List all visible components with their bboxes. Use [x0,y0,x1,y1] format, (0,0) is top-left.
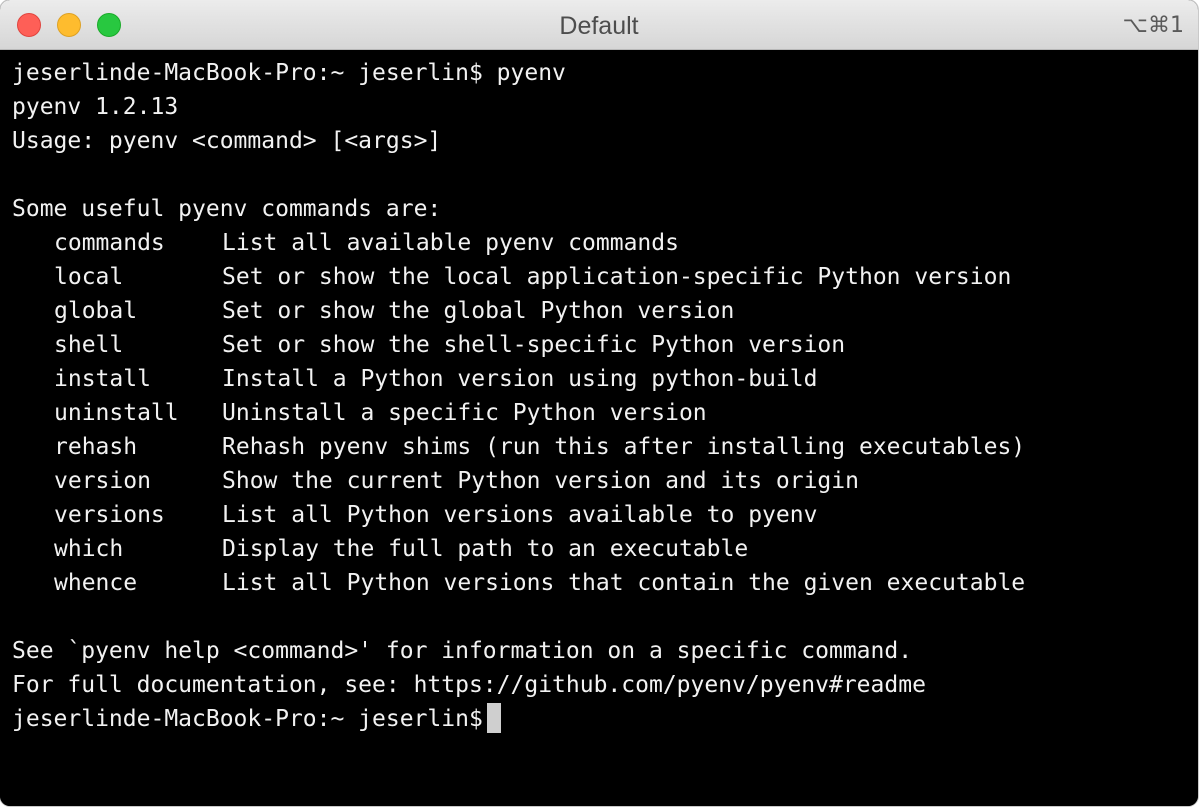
command-name: rehash [54,434,138,460]
command-description: List all available pyenv commands [222,230,679,256]
command-name: version [54,468,151,494]
command-name: whence [54,570,138,596]
shell-prompt: jeserlinde-MacBook-Pro:~ jeserlin$ [12,706,483,732]
commands-header: Some useful pyenv commands are: [12,196,442,222]
command-name: uninstall [54,400,179,426]
command-description: List all Python versions available to py… [222,502,818,528]
command-name: install [54,366,151,392]
command-row: install Install a Python version using py… [12,362,1198,396]
entered-command: pyenv [496,60,566,86]
text-cursor [486,703,501,733]
command-description: Rehash pyenv shims (run this after insta… [222,434,1026,460]
shell-prompt: jeserlinde-MacBook-Pro:~ jeserlin$ [12,60,483,86]
command-name: which [54,536,124,562]
command-name: local [54,264,124,290]
command-name: shell [54,332,124,358]
prompt-line[interactable]: jeserlinde-MacBook-Pro:~ jeserlin$ [12,702,1198,736]
command-name: commands [54,230,165,256]
command-description: Set or show the shell-specific Python ve… [222,332,846,358]
terminal-output[interactable]: jeserlinde-MacBook-Pro:~ jeserlin$ pyenv… [0,50,1198,806]
command-description: List all Python versions that contain th… [222,570,1026,596]
help-line: See `pyenv help <command>' for informati… [12,638,913,664]
window-shortcut: ⌥⌘1 [1122,13,1184,38]
command-row: global Set or show the global Python vers… [12,294,1198,328]
command-name: global [54,298,138,324]
command-row: rehash Rehash pyenv shims (run this after… [12,430,1198,464]
usage-line: Usage: pyenv <command> [<args>] [12,128,442,154]
command-row: whence List all Python versions that cont… [12,566,1198,600]
command-description: Uninstall a specific Python version [222,400,707,426]
command-row: local Set or show the local application-s… [12,260,1198,294]
command-description: Install a Python version using python-bu… [222,366,818,392]
command-row: shell Set or show the shell-specific Pyth… [12,328,1198,362]
version-line: pyenv 1.2.13 [12,94,179,120]
command-row: versions List all Python versions availab… [12,498,1198,532]
terminal-window: Default ⌥⌘1 jeserlinde-MacBook-Pro:~ jes… [0,0,1198,806]
command-row: which Display the full path to an executa… [12,532,1198,566]
command-name: versions [54,502,165,528]
window-title: Default [559,12,639,40]
command-line: jeserlinde-MacBook-Pro:~ jeserlin$ pyenv [12,56,1198,90]
command-row: uninstall Uninstall a specific Python ver… [12,396,1198,430]
command-description: Display the full path to an executable [222,536,749,562]
command-description: Set or show the global Python version [222,298,735,324]
command-description: Set or show the local application-specif… [222,264,1012,290]
command-description: Show the current Python version and its … [222,468,859,494]
command-row: version Show the current Python version a… [12,464,1198,498]
command-row: commands List all available pyenv command… [12,226,1198,260]
title-bar[interactable]: Default ⌥⌘1 [0,0,1198,50]
docs-line: For full documentation, see: https://git… [12,672,926,698]
